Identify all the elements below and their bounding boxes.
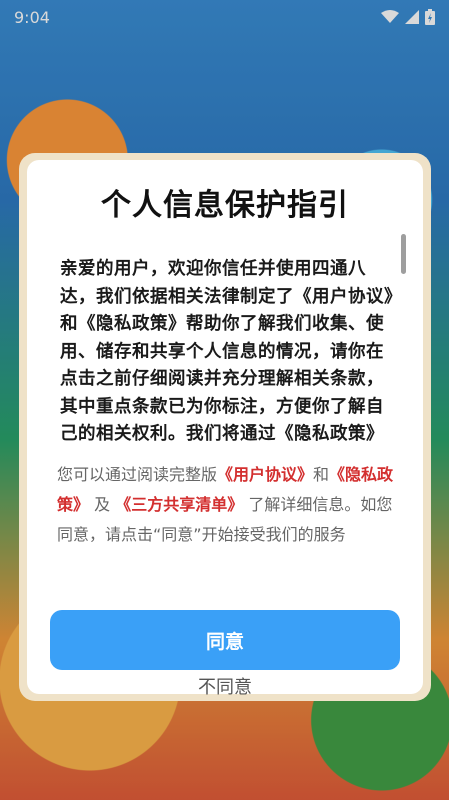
user-agreement-link[interactable]: 《用户协议》 bbox=[217, 465, 313, 484]
agree-button[interactable]: 同意 bbox=[50, 610, 400, 670]
notice-prefix: 您可以通过阅读完整版 bbox=[57, 465, 218, 484]
policy-body-text: 亲爱的用户，欢迎你信任并使用四通八达，我们依据相关法律制定了《用户协议》和《隐私… bbox=[60, 259, 394, 444]
scrollbar[interactable] bbox=[401, 234, 406, 274]
notice-mid: 及 bbox=[94, 495, 111, 514]
policy-notice: 您可以通过阅读完整版《用户协议》和《隐私政策》 及 《三方共享清单》 了解详细信… bbox=[57, 460, 397, 550]
policy-body-scroll[interactable]: 亲爱的用户，欢迎你信任并使用四通八达，我们依据相关法律制定了《用户协议》和《隐私… bbox=[60, 256, 400, 446]
third-party-list-link[interactable]: 《三方共享清单》 bbox=[115, 495, 243, 514]
disagree-button[interactable]: 不同意 bbox=[27, 673, 423, 699]
dialog-title: 个人信息保护指引 bbox=[101, 188, 349, 223]
notice-and: 和 bbox=[313, 465, 330, 484]
privacy-dialog: 个人信息保护指引 亲爱的用户，欢迎你信任并使用四通八达，我们依据相关法律制定了《… bbox=[27, 160, 423, 698]
